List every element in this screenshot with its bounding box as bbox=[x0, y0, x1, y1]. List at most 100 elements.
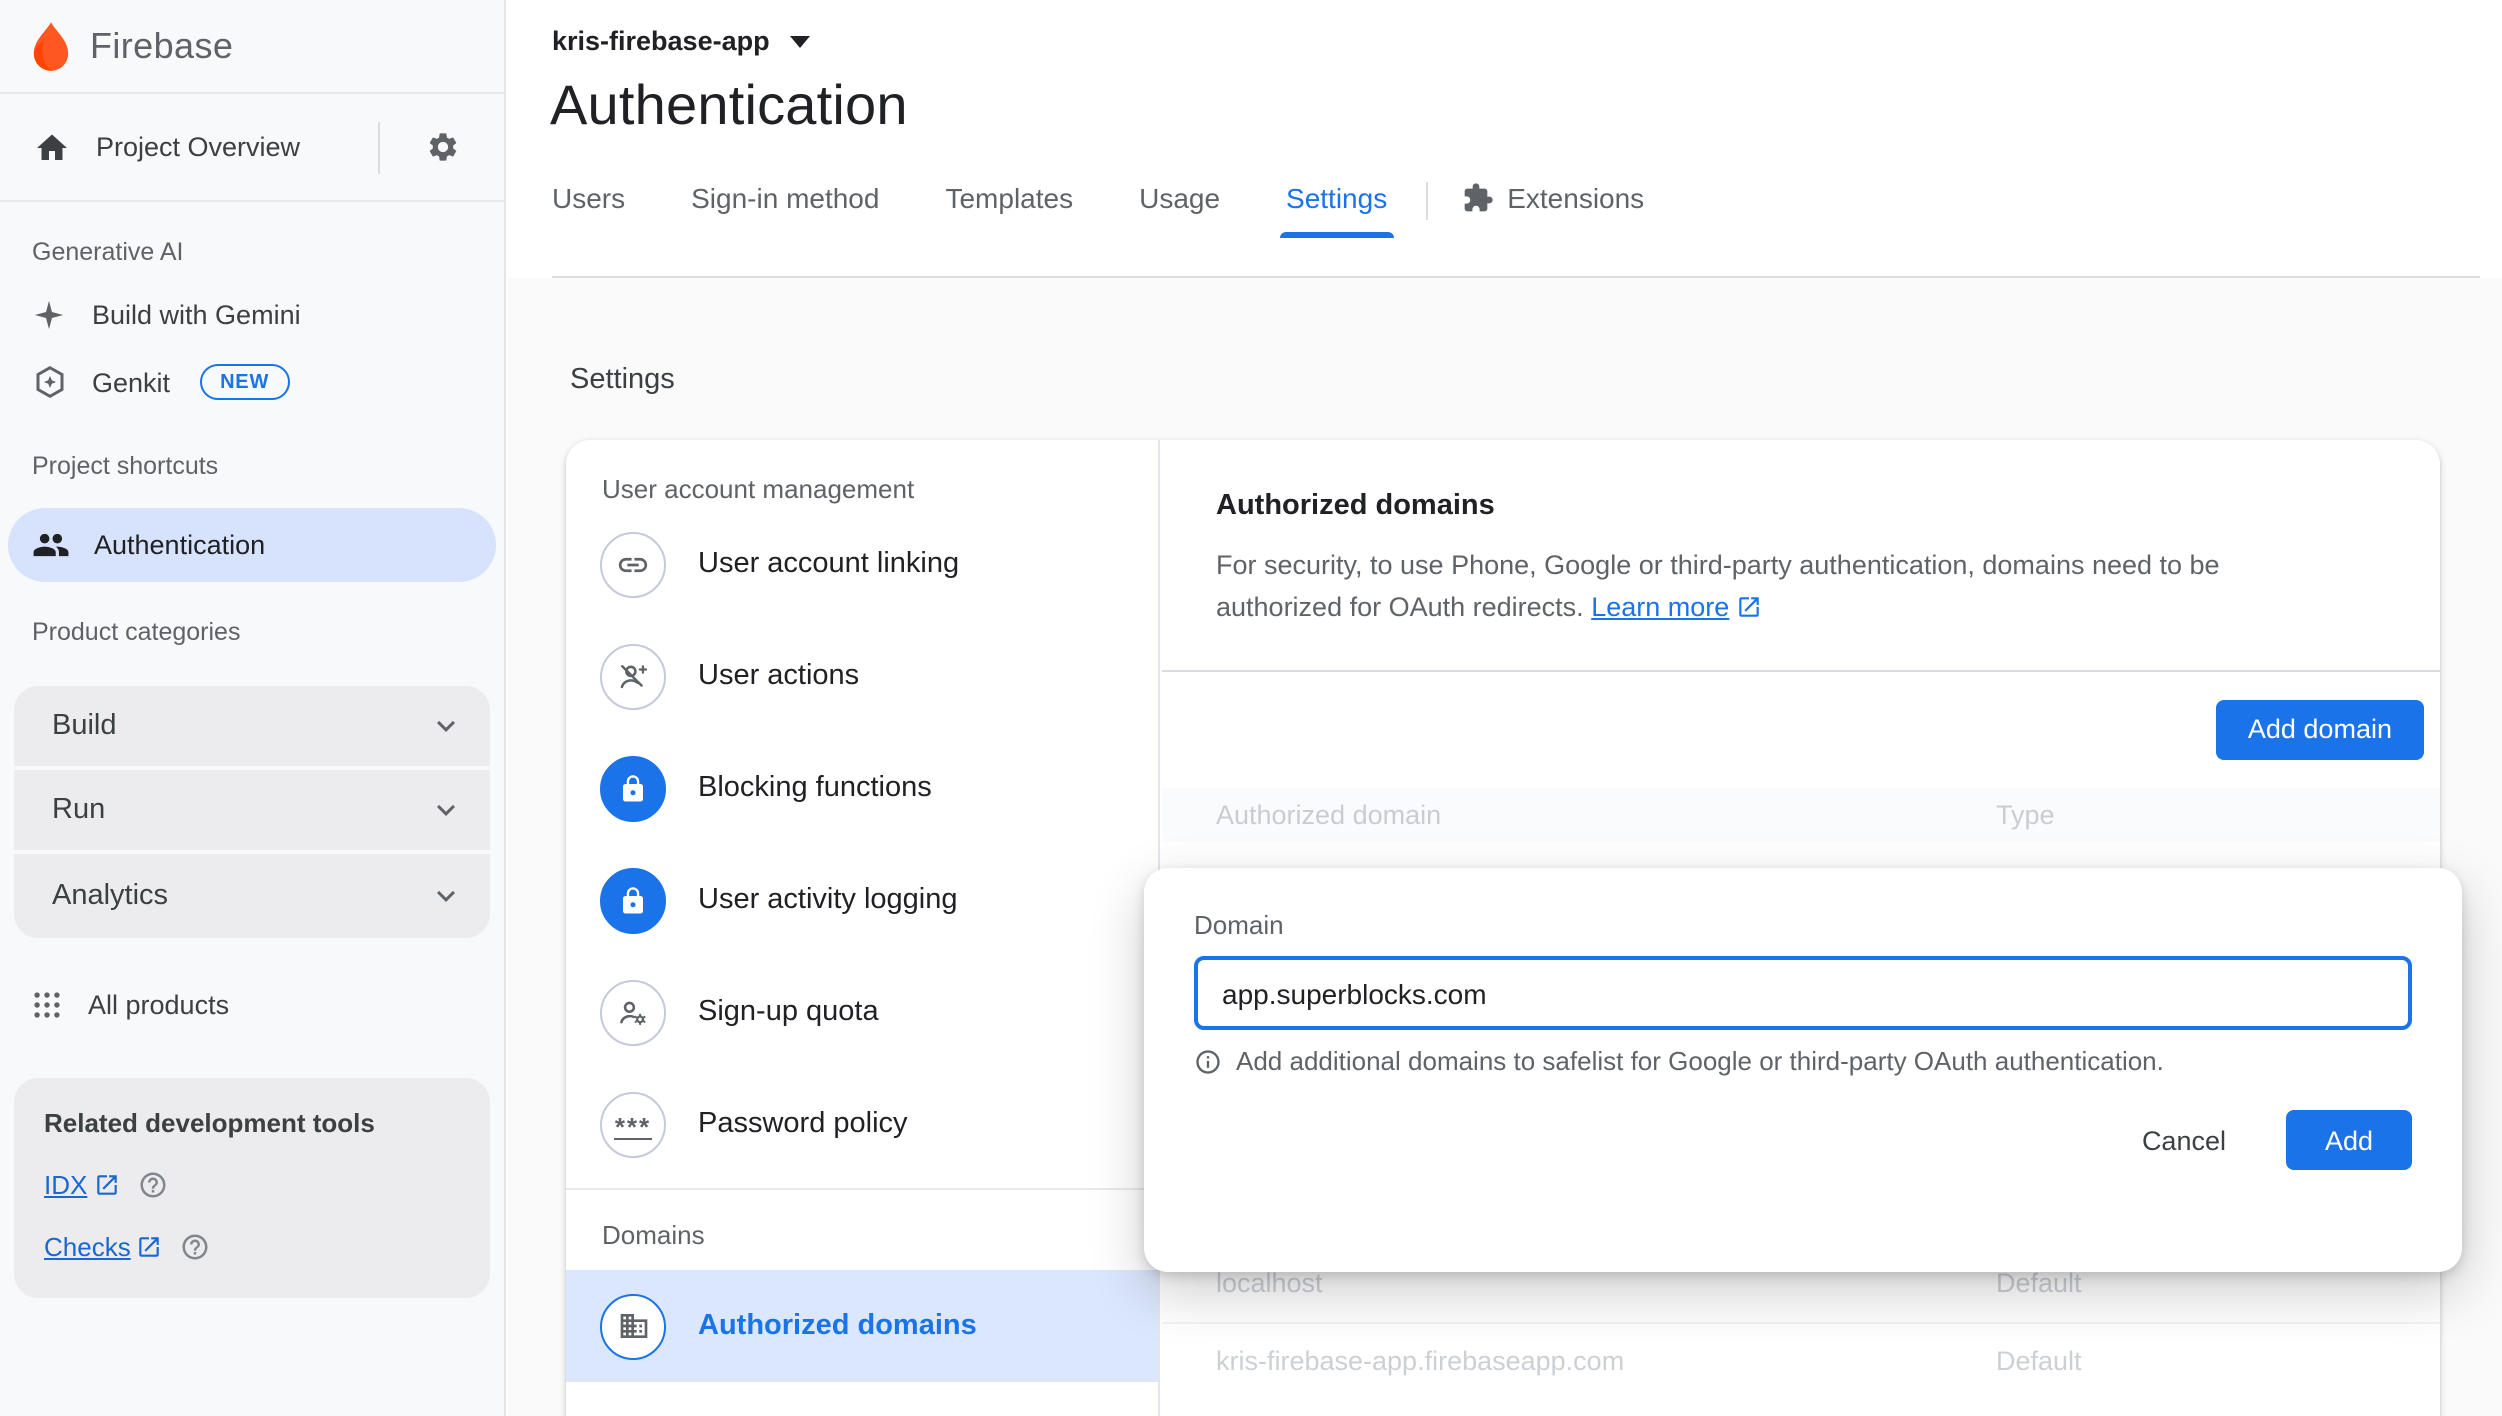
person-gear-icon bbox=[600, 979, 666, 1045]
project-selector[interactable]: kris-firebase-app bbox=[508, 0, 810, 56]
menu-item-sign-up-quota[interactable]: Sign-up quota bbox=[566, 956, 1158, 1068]
settings-menu: User account management User account lin… bbox=[566, 440, 1160, 1416]
chevron-down-icon bbox=[428, 708, 464, 744]
menu-item-authorized-domains[interactable]: Authorized domains bbox=[566, 1270, 1158, 1382]
menu-item-user-activity-logging[interactable]: User activity logging bbox=[566, 844, 1158, 956]
external-link-icon bbox=[139, 1237, 160, 1257]
column-header-domain: Authorized domain bbox=[1216, 799, 1442, 830]
external-link-icon bbox=[96, 1175, 117, 1195]
tabs-underline-rule bbox=[552, 276, 2480, 278]
tab-users[interactable]: Users bbox=[552, 182, 625, 238]
domain-field-label: Domain bbox=[1194, 910, 1284, 940]
lock-icon bbox=[600, 867, 666, 933]
help-icon[interactable] bbox=[137, 1170, 167, 1200]
add-domain-dialog: Domain Add additional domains to safelis… bbox=[1144, 868, 2462, 1272]
sparkle-icon bbox=[30, 297, 68, 331]
project-settings-button[interactable] bbox=[380, 130, 504, 164]
dialog-hint: Add additional domains to safelist for G… bbox=[1194, 1046, 2412, 1076]
sidebar-item-label: All products bbox=[88, 989, 230, 1019]
tab-extensions[interactable]: Extensions bbox=[1461, 182, 1644, 238]
sidebar-item-genkit[interactable]: Genkit NEW bbox=[0, 348, 504, 416]
tab-label: Users bbox=[552, 182, 626, 214]
add-button[interactable]: Add bbox=[2286, 1110, 2412, 1170]
category-run[interactable]: Run bbox=[14, 770, 490, 854]
checks-link[interactable]: Checks bbox=[44, 1232, 163, 1262]
sidebar-item-label: Genkit bbox=[92, 367, 171, 397]
related-tools-title: Related development tools bbox=[44, 1108, 375, 1138]
menu-item-label: Sign-up quota bbox=[698, 996, 879, 1028]
menu-item-label: User actions bbox=[698, 660, 860, 692]
category-label: Run bbox=[52, 794, 106, 826]
panel-title: Authorized domains bbox=[1216, 490, 1495, 522]
cancel-button[interactable]: Cancel bbox=[2142, 1125, 2226, 1155]
page-header: kris-firebase-app Authentication Users S… bbox=[508, 0, 2502, 278]
link-label: IDX bbox=[44, 1170, 88, 1200]
chevron-down-icon bbox=[428, 878, 464, 914]
genkit-icon bbox=[30, 364, 68, 400]
link-label: Checks bbox=[44, 1232, 131, 1262]
idx-link[interactable]: IDX bbox=[44, 1170, 119, 1200]
sidebar-item-build-with-gemini[interactable]: Build with Gemini bbox=[0, 280, 504, 348]
sidebar: Firebase Project Overview Generative AI … bbox=[0, 0, 506, 1416]
section-label-generative-ai: Generative AI bbox=[32, 238, 184, 266]
menu-item-blocking-functions[interactable]: Blocking functions bbox=[566, 732, 1158, 844]
hint-text: Add additional domains to safelist for G… bbox=[1236, 1046, 2164, 1076]
apps-grid-icon bbox=[30, 987, 64, 1021]
sidebar-item-label: Authentication bbox=[94, 530, 266, 560]
chevron-down-icon bbox=[428, 792, 464, 828]
person-off-icon bbox=[600, 643, 666, 709]
menu-item-password-policy[interactable]: *** Password policy bbox=[566, 1068, 1158, 1180]
category-label: Build bbox=[52, 710, 117, 742]
firebase-brand[interactable]: Firebase bbox=[0, 0, 504, 94]
table-row: kris-firebase-app.firebaseapp.com Defaul… bbox=[1162, 1321, 2440, 1399]
link-label: Learn more bbox=[1591, 592, 1730, 623]
category-analytics[interactable]: Analytics bbox=[14, 854, 490, 938]
link-icon bbox=[600, 531, 666, 597]
checks-link-row: Checks bbox=[44, 1232, 460, 1262]
menu-item-user-account-linking[interactable]: User account linking bbox=[566, 508, 1158, 620]
extensions-icon bbox=[1461, 182, 1493, 214]
domains-table-header: Authorized domain Type bbox=[1162, 787, 2440, 842]
gear-icon bbox=[425, 130, 459, 164]
caret-down-icon bbox=[789, 35, 810, 47]
section-label-project-shortcuts: Project shortcuts bbox=[32, 452, 219, 480]
sidebar-item-project-overview[interactable]: Project Overview bbox=[96, 132, 378, 162]
tab-usage[interactable]: Usage bbox=[1139, 182, 1220, 238]
tab-templates[interactable]: Templates bbox=[945, 182, 1073, 238]
add-domain-button[interactable]: Add domain bbox=[2215, 699, 2424, 760]
dialog-footer: Cancel Add bbox=[1194, 1110, 2412, 1170]
help-icon[interactable] bbox=[181, 1232, 211, 1262]
menu-item-label: User account linking bbox=[698, 548, 960, 580]
sidebar-item-label: Build with Gemini bbox=[92, 299, 301, 329]
external-link-icon bbox=[1738, 598, 1759, 618]
panel-description: For security, to use Phone, Google or th… bbox=[1162, 522, 2412, 629]
tab-sign-in-method[interactable]: Sign-in method bbox=[691, 182, 879, 238]
category-build[interactable]: Build bbox=[14, 686, 490, 770]
domain-input[interactable] bbox=[1194, 956, 2412, 1030]
new-badge: NEW bbox=[200, 364, 290, 400]
menu-section-label-domains: Domains bbox=[602, 1220, 705, 1250]
tab-label: Extensions bbox=[1507, 182, 1645, 214]
category-group: Build Run Analytics bbox=[14, 686, 490, 938]
domain-cell: kris-firebase-app.firebaseapp.com bbox=[1216, 1346, 1625, 1377]
type-cell: Default bbox=[1996, 1268, 2082, 1299]
category-label: Analytics bbox=[52, 880, 169, 912]
tab-bar: Users Sign-in method Templates Usage Set… bbox=[508, 182, 2502, 238]
related-tools-card: Related development tools IDX Checks bbox=[14, 1078, 490, 1298]
menu-section-label: User account management bbox=[602, 474, 915, 504]
panel-actions: Add domain bbox=[1162, 671, 2440, 787]
project-overview-row: Project Overview bbox=[0, 94, 504, 202]
project-name: kris-firebase-app bbox=[552, 26, 770, 56]
learn-more-link[interactable]: Learn more bbox=[1591, 587, 1761, 630]
domain-icon bbox=[600, 1293, 666, 1359]
menu-item-user-actions[interactable]: User actions bbox=[566, 620, 1158, 732]
sidebar-item-authentication[interactable]: Authentication bbox=[8, 508, 496, 582]
brand-name: Firebase bbox=[90, 25, 234, 65]
tab-settings[interactable]: Settings bbox=[1280, 182, 1393, 238]
section-label-product-categories: Product categories bbox=[32, 618, 241, 646]
firebase-console: Firebase Project Overview Generative AI … bbox=[0, 0, 2502, 1416]
column-header-type: Type bbox=[1996, 799, 2055, 830]
sidebar-item-all-products[interactable]: All products bbox=[0, 964, 504, 1044]
lock-icon bbox=[600, 755, 666, 821]
firebase-logo-icon bbox=[30, 19, 72, 73]
